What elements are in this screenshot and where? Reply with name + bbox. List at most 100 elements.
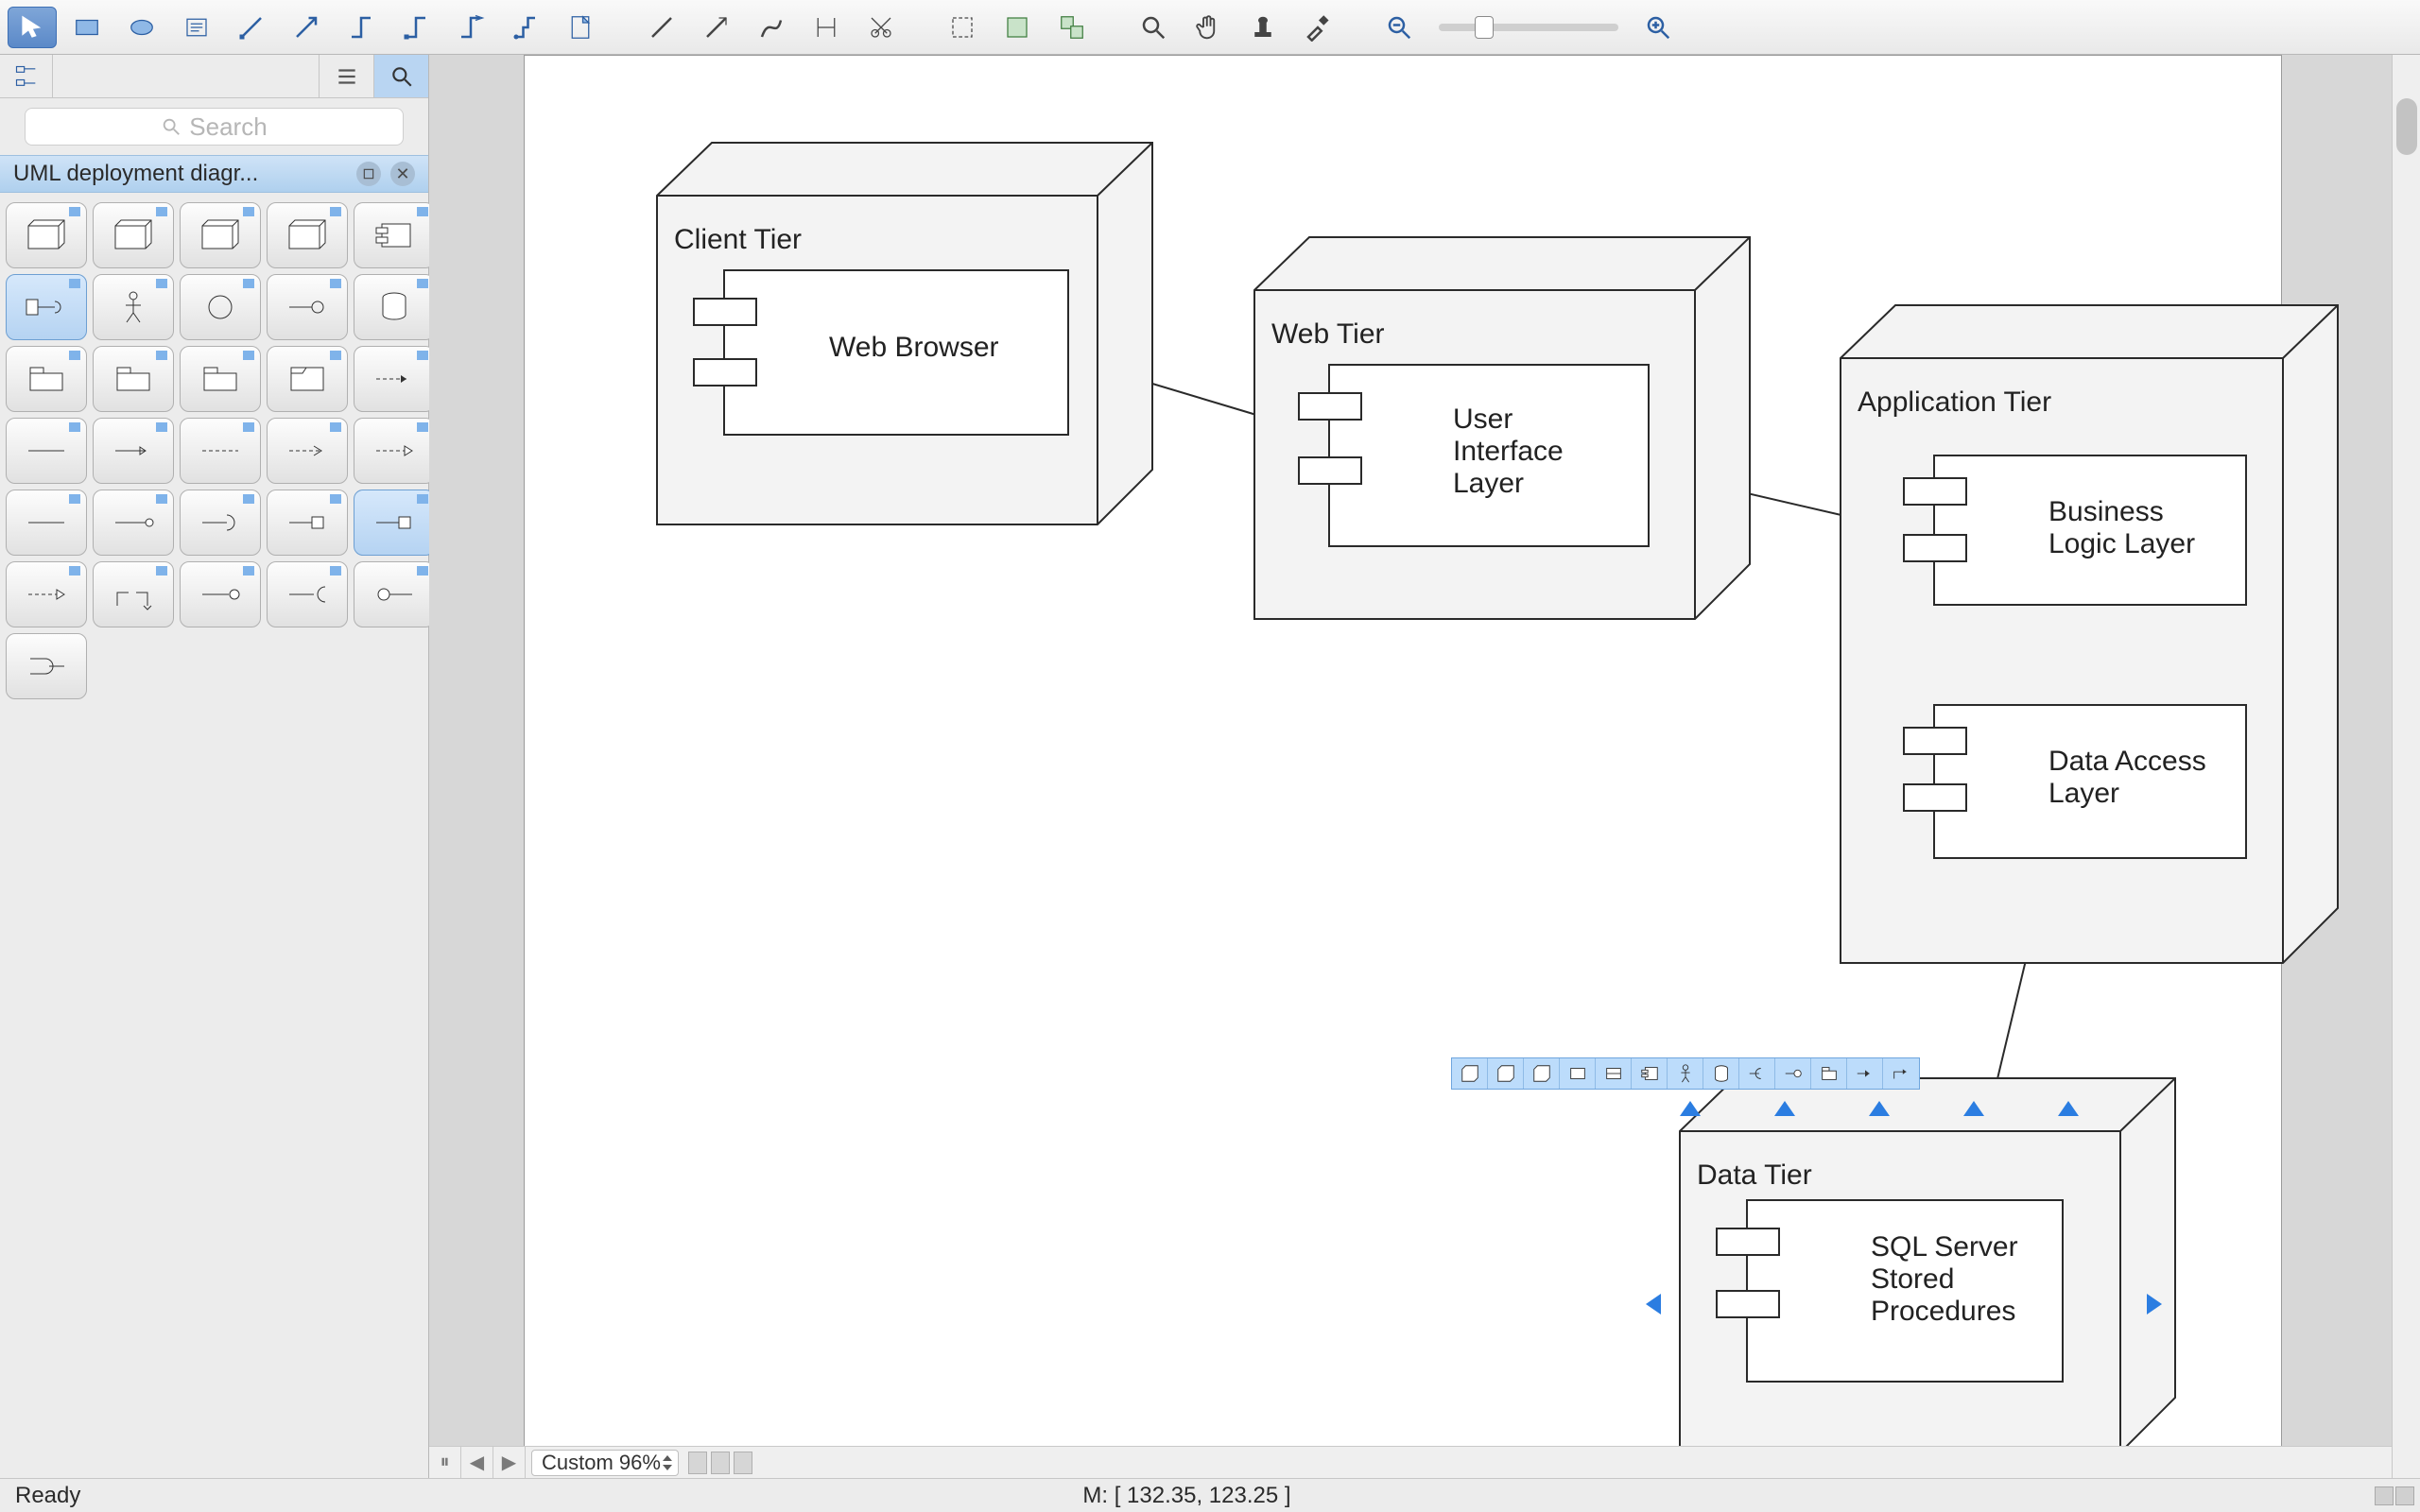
- mini-1[interactable]: [688, 1452, 707, 1474]
- pal-component[interactable]: [354, 202, 435, 268]
- tree-toggle-icon[interactable]: [0, 55, 53, 97]
- connector-4[interactable]: [391, 7, 441, 48]
- component-ui-layer[interactable]: User Interface Layer: [1328, 364, 1650, 547]
- pal-nav[interactable]: [93, 418, 174, 484]
- zoom-slider[interactable]: [1439, 24, 1618, 31]
- vertical-scrollbar[interactable]: [2392, 55, 2420, 1478]
- pal-assoc[interactable]: [6, 418, 87, 484]
- pal-rect-line[interactable]: [267, 490, 348, 556]
- pal-package-3[interactable]: [180, 346, 261, 412]
- pal-package-2[interactable]: [93, 346, 174, 412]
- pal-socket[interactable]: [180, 490, 261, 556]
- ellipse-tool[interactable]: [117, 7, 166, 48]
- pal-node-1[interactable]: [6, 202, 87, 268]
- pal-lollipop[interactable]: [267, 274, 348, 340]
- qb-elbow[interactable]: [1883, 1058, 1919, 1089]
- zoom-combo[interactable]: Custom 96%: [531, 1450, 679, 1476]
- pal-half[interactable]: [354, 561, 435, 627]
- pal-ball[interactable]: [180, 561, 261, 627]
- search-input[interactable]: Search: [25, 108, 404, 146]
- qb-comp[interactable]: [1632, 1058, 1668, 1089]
- zoom-in-button[interactable]: [1634, 7, 1683, 48]
- pointer-tool[interactable]: [8, 7, 57, 48]
- pal-dash[interactable]: [180, 418, 261, 484]
- component-web-browser[interactable]: Web Browser: [723, 269, 1069, 436]
- qb-arrow[interactable]: [1847, 1058, 1883, 1089]
- pal-database[interactable]: [354, 274, 435, 340]
- qb-rect[interactable]: [1560, 1058, 1596, 1089]
- pal-interface-req[interactable]: [6, 274, 87, 340]
- insert-page-tool[interactable]: [556, 7, 605, 48]
- zoom-slider-knob[interactable]: [1475, 16, 1494, 39]
- qb-rect-2[interactable]: [1596, 1058, 1632, 1089]
- pal-node-2[interactable]: [93, 202, 174, 268]
- sel-top-2[interactable]: [1774, 1101, 1795, 1116]
- curve-tool[interactable]: [747, 7, 796, 48]
- pal-merge[interactable]: [6, 633, 87, 699]
- pal-actor[interactable]: [93, 274, 174, 340]
- dimension-tool[interactable]: [802, 7, 851, 48]
- zoom-out-button[interactable]: [1374, 7, 1424, 48]
- connector-2[interactable]: [282, 7, 331, 48]
- section-close-icon[interactable]: ✕: [390, 162, 415, 186]
- sel-top-3[interactable]: [1869, 1101, 1890, 1116]
- pal-line[interactable]: [6, 490, 87, 556]
- component-sql-sp[interactable]: SQL Server Stored Procedures: [1746, 1199, 2064, 1383]
- sel-top-1[interactable]: [1680, 1101, 1701, 1116]
- node-web-tier[interactable]: Web Tier User Interface Layer: [1253, 235, 1754, 621]
- eyedropper-tool[interactable]: [1293, 7, 1342, 48]
- qb-node-3[interactable]: [1524, 1058, 1560, 1089]
- connector-1[interactable]: [227, 7, 276, 48]
- qb-ball[interactable]: [1775, 1058, 1811, 1089]
- sel-right[interactable]: [2147, 1294, 2162, 1314]
- zoom-tool[interactable]: [1129, 7, 1178, 48]
- pal-frame[interactable]: [267, 346, 348, 412]
- sel-top-4[interactable]: [1963, 1101, 1984, 1116]
- pal-circle[interactable]: [180, 274, 261, 340]
- pan-tool[interactable]: [1184, 7, 1233, 48]
- pal-line-dot[interactable]: [93, 490, 174, 556]
- connector-5[interactable]: [446, 7, 495, 48]
- canvas-area[interactable]: Client Tier Web Browser Web Tier User In…: [429, 55, 2420, 1478]
- region-tool-3[interactable]: [1047, 7, 1097, 48]
- pages-toggle[interactable]: ⏸: [429, 1447, 461, 1479]
- region-tool-1[interactable]: [938, 7, 987, 48]
- node-app-tier[interactable]: Application Tier Business Logic Layer Da…: [1839, 303, 2342, 965]
- pal-rect-line-2[interactable]: [354, 490, 435, 556]
- stamp-tool[interactable]: [1238, 7, 1288, 48]
- qb-actor[interactable]: [1668, 1058, 1703, 1089]
- pal-elbow[interactable]: [93, 561, 174, 627]
- qb-pkg[interactable]: [1811, 1058, 1847, 1089]
- pal-dash-open[interactable]: [267, 418, 348, 484]
- line-tool-2[interactable]: [692, 7, 741, 48]
- pal-dash-closed[interactable]: [354, 418, 435, 484]
- rect-tool[interactable]: [62, 7, 112, 48]
- region-tool-2[interactable]: [993, 7, 1042, 48]
- list-view-icon[interactable]: [319, 55, 373, 97]
- page-prev[interactable]: ◀: [461, 1447, 493, 1479]
- component-data-access[interactable]: Data Access Layer: [1933, 704, 2247, 859]
- qb-node-2[interactable]: [1488, 1058, 1524, 1089]
- drawing-page[interactable]: Client Tier Web Browser Web Tier User In…: [524, 55, 2282, 1478]
- connector-6[interactable]: [501, 7, 550, 48]
- qb-socket[interactable]: [1739, 1058, 1775, 1089]
- section-detach-icon[interactable]: [356, 162, 381, 186]
- sel-top-5[interactable]: [2058, 1101, 2079, 1116]
- palette-section-header[interactable]: UML deployment diagr... ✕: [0, 155, 428, 193]
- snip-tool[interactable]: [856, 7, 906, 48]
- mini-2[interactable]: [711, 1452, 730, 1474]
- text-tool[interactable]: [172, 7, 221, 48]
- pal-socket-2[interactable]: [267, 561, 348, 627]
- mini-3[interactable]: [734, 1452, 752, 1474]
- sel-left[interactable]: [1646, 1294, 1661, 1314]
- pal-package-1[interactable]: [6, 346, 87, 412]
- scrollbar-thumb[interactable]: [2396, 98, 2417, 155]
- pal-dep-arrow[interactable]: [354, 346, 435, 412]
- node-data-tier[interactable]: Data Tier SQL Server Stored Procedures: [1678, 1076, 2179, 1454]
- node-client-tier[interactable]: Client Tier Web Browser: [655, 141, 1156, 526]
- qb-db[interactable]: [1703, 1058, 1739, 1089]
- search-view-icon[interactable]: [373, 55, 428, 97]
- pal-node-3[interactable]: [180, 202, 261, 268]
- component-business-logic[interactable]: Business Logic Layer: [1933, 455, 2247, 606]
- qb-node[interactable]: [1452, 1058, 1488, 1089]
